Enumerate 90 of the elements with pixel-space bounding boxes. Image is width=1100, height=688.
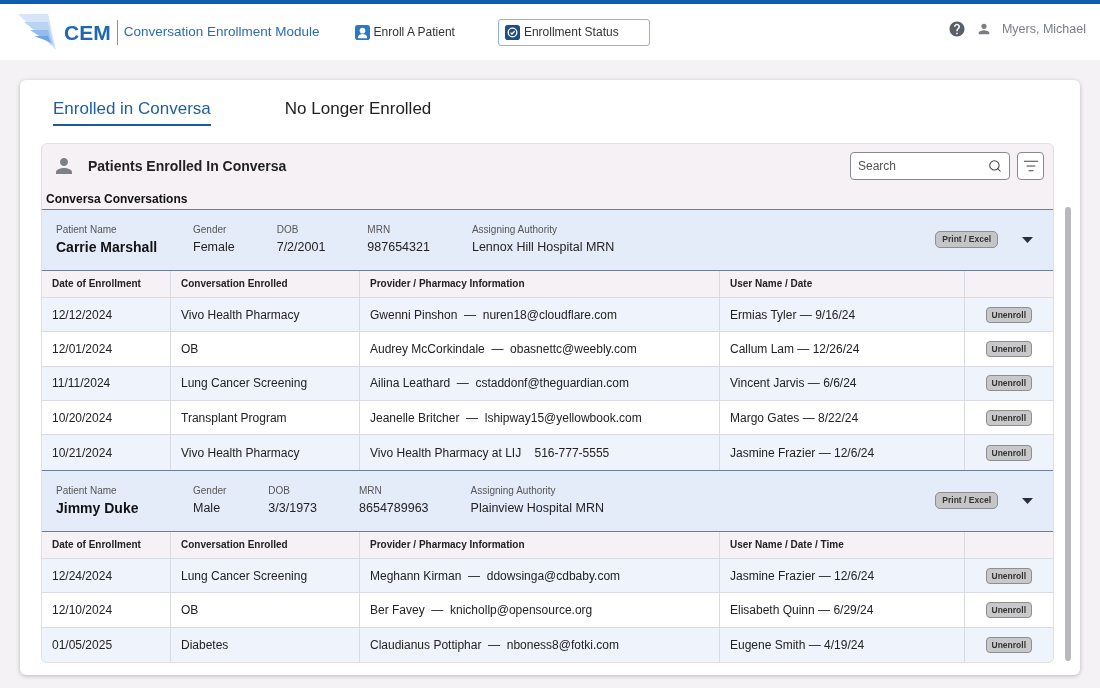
unenroll-button[interactable]: Unenroll	[985, 340, 1032, 357]
table-cell-text: OB	[181, 601, 199, 619]
table-cell-text: 12/24/2024	[52, 567, 113, 585]
filter-button[interactable]	[1017, 152, 1044, 180]
column-header: User Name / Date	[730, 277, 813, 292]
table-cell-text: Jasmine Frazier — 12/6/24	[730, 567, 875, 585]
table-cell-text: Vivo Health Pharmacy	[181, 444, 300, 462]
field-value: 8654789963	[359, 499, 429, 517]
table-cell-text: 01/05/2025	[52, 636, 113, 654]
person-badge-icon	[354, 24, 370, 40]
field-value: Female	[193, 238, 235, 256]
table-cell-text: Ermias Tyler — 9/16/24	[730, 306, 856, 324]
table-cell-text: Ber Favey — knichollp@opensource.org	[370, 601, 593, 619]
column-header: Provider / Pharmacy Information	[370, 538, 525, 553]
field-value: Carrie Marshall	[56, 237, 159, 257]
search-icon	[988, 159, 1002, 173]
field-label: MRN	[367, 222, 392, 237]
table-cell-text: Callum Lam — 12/26/24	[730, 340, 860, 358]
field-label: Patient Name	[56, 222, 118, 237]
table-cell-text: Margo Gates — 8/22/24	[730, 409, 859, 427]
field-label: MRN	[359, 483, 383, 498]
unenroll-button[interactable]: Unenroll	[985, 306, 1032, 323]
table-cell-text: Vivo Health Pharmacy at LIJ 516-777-5555	[370, 444, 610, 462]
table-cell-text: Meghann Kirman — ddowsinga@cdbaby.com	[370, 567, 621, 585]
field-label: Gender	[193, 483, 227, 498]
search-field[interactable]: Search	[850, 152, 1010, 180]
tab[interactable]: Enrolled in Conversa	[53, 95, 211, 126]
table-cell-text: Diabetes	[181, 636, 229, 654]
column-header: Date of Enrollment	[52, 277, 141, 292]
field-label: DOB	[268, 483, 292, 498]
column-header: Conversation Enrolled	[181, 277, 288, 292]
table-cell-text: 11/11/2024	[52, 375, 111, 393]
table-cell-text: Vivo Health Pharmacy	[181, 306, 300, 324]
field-label: Patient Name	[56, 483, 118, 498]
caret-icon[interactable]	[1022, 497, 1033, 504]
field-value: Plainview Hospital MRN	[470, 499, 604, 517]
tab[interactable]: No Longer Enrolled	[284, 95, 432, 126]
table-cell-text: Ailina Leathard — cstaddonf@theguardian.com	[370, 375, 629, 393]
table-cell-text: Jasmine Frazier — 12/6/24	[730, 444, 875, 462]
logo-icon	[18, 14, 56, 50]
unenroll-button[interactable]: Unenroll	[985, 444, 1032, 461]
table-cell-text: Vincent Jarvis — 6/6/24	[730, 375, 857, 393]
column-header: User Name / Date / Time	[730, 538, 844, 553]
field-value: 3/3/1973	[268, 499, 318, 517]
print-excel-button[interactable]: Print / Excel	[935, 492, 998, 510]
column-header: Date of Enrollment	[52, 538, 141, 553]
field-label: Assigning Authority	[471, 222, 558, 237]
field-label: DOB	[276, 222, 300, 237]
table-cell-text: 10/20/2024	[52, 409, 113, 427]
app-logo-text: CEM	[64, 21, 111, 43]
nav-link[interactable]: Enroll A Patient	[351, 18, 458, 46]
table-cell-text: 12/10/2024	[52, 601, 113, 619]
table-cell-text: Elisabeth Quinn — 6/29/24	[730, 601, 874, 619]
user-name[interactable]: Myers, Michael	[1001, 19, 1086, 39]
table-cell-text: 12/12/2024	[52, 306, 113, 324]
table-cell-text: Gwenni Pinshon — nuren18@cloudflare.com	[370, 306, 617, 324]
unenroll-button[interactable]: Unenroll	[985, 636, 1032, 653]
field-label: Gender	[193, 222, 228, 237]
column-header: Provider / Pharmacy Information	[370, 277, 525, 292]
table-cell-text: 12/01/2024	[52, 340, 113, 358]
field-value: Male	[193, 499, 222, 517]
unenroll-button[interactable]: Unenroll	[985, 375, 1032, 392]
filter-icon	[1022, 158, 1039, 174]
field-value: 987654321	[367, 238, 430, 256]
table-cell-text: Transplant Program	[181, 409, 287, 427]
table-cell-text: Lung Cancer Screening	[181, 375, 308, 393]
field-value: 7/2/2001	[276, 238, 326, 256]
column-header: Conversation Enrolled	[181, 538, 288, 553]
field-value: Jimmy Duke	[56, 498, 140, 518]
field-value: Lennox Hill Hospital MRN	[471, 238, 615, 256]
check-badge-icon	[504, 24, 520, 40]
unenroll-button[interactable]: Unenroll	[985, 567, 1032, 584]
help-icon[interactable]	[947, 20, 966, 38]
print-excel-button[interactable]: Print / Excel	[935, 231, 998, 249]
table-cell-text: 10/21/2024	[52, 444, 113, 462]
section-title: Conversa Conversations	[46, 191, 188, 206]
table-cell-text: Claudianus Pottiphar — nboness8@fotki.com	[370, 636, 619, 654]
table-cell-text: Audrey McCorkindale — obasnettc@weebly.com	[370, 340, 637, 358]
table-cell-text: Eugene Smith — 4/19/24	[730, 636, 865, 654]
table-cell-text: Lung Cancer Screening	[181, 567, 308, 585]
table-cell-text: Jeanelle Britcher — lshipway15@yellowbook.com	[370, 409, 642, 427]
nav-link[interactable]: Enrollment Status	[497, 18, 650, 46]
scrollbar-thumb[interactable]	[1065, 207, 1071, 661]
table-cell-text: OB	[181, 340, 199, 358]
field-label: Assigning Authority	[470, 483, 557, 498]
unenroll-button[interactable]: Unenroll	[985, 601, 1032, 618]
unenroll-button[interactable]: Unenroll	[985, 409, 1032, 426]
caret-icon[interactable]	[1022, 236, 1033, 243]
module-title: Conversation Enrollment Module	[123, 22, 320, 41]
panel-title: Patients Enrolled In Conversa	[88, 156, 287, 176]
